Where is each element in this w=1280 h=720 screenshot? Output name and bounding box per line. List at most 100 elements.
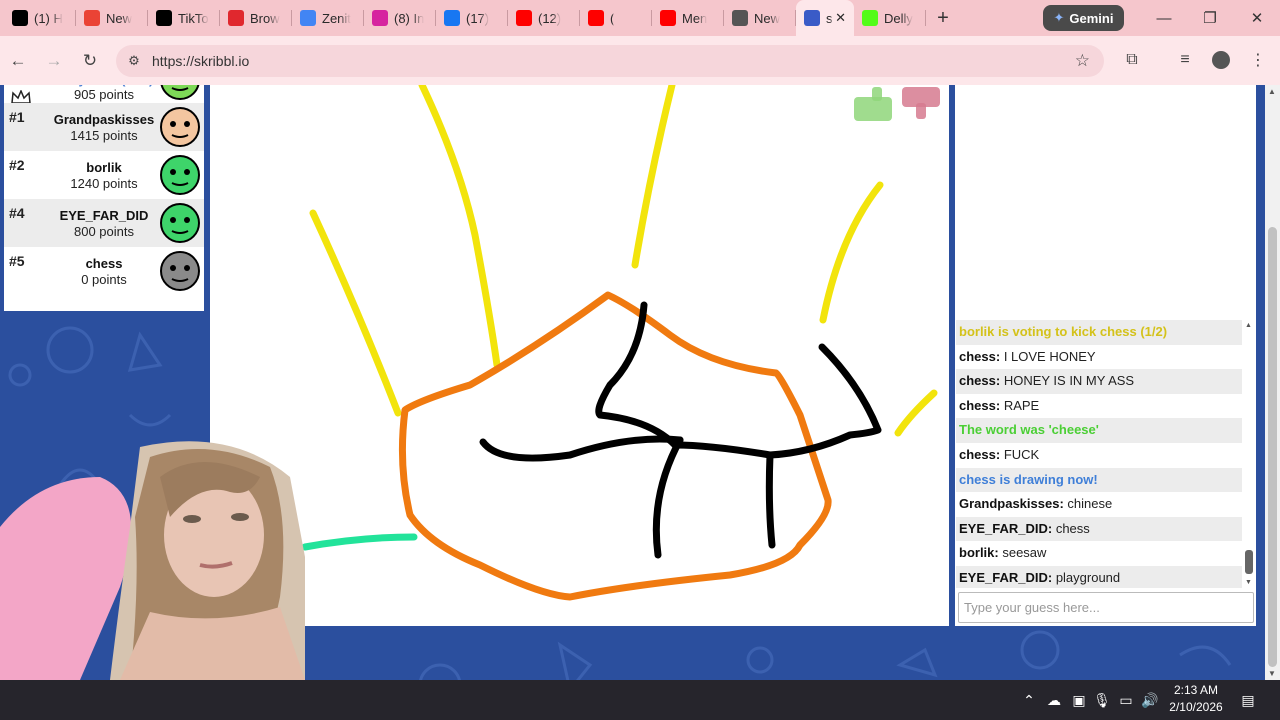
chat-message: The word was 'cheese' <box>956 418 1242 443</box>
gemini-star-icon: ✦ <box>1053 10 1065 25</box>
tray-chevron-icon[interactable]: ⌃ <box>1018 680 1040 720</box>
extensions-icon[interactable]: ⧉ <box>1118 46 1146 74</box>
chat-scrollbar[interactable]: ▲ ▼ <box>1244 322 1254 586</box>
player-row[interactable]: #1 Grandpaskisses 1415 points <box>4 103 204 151</box>
browser-tab[interactable]: Brow <box>220 0 292 36</box>
youtube-icon <box>588 10 604 26</box>
tab-title: (17) <box>466 10 490 26</box>
microphone-icon[interactable]: 🎙 <box>1091 680 1113 720</box>
minimize-icon: — <box>1156 9 1172 27</box>
back-button[interactable]: ← <box>0 43 36 79</box>
bookmark-star-icon[interactable]: ☆ <box>1075 51 1090 71</box>
chat-text: I LOVE HONEY <box>1000 348 1096 364</box>
player-name: chess <box>85 256 123 271</box>
close-tab-icon[interactable]: ✕ <box>835 10 846 26</box>
gemini-label: Gemini <box>1069 10 1114 26</box>
browser-tab[interactable]: Zenit <box>292 0 364 36</box>
player-points: 800 points <box>74 224 134 239</box>
onedrive-icon[interactable]: ☁ <box>1043 680 1065 720</box>
page-scrollbar[interactable]: ▲ ▼ <box>1265 85 1280 680</box>
vote-thumbs <box>854 87 940 121</box>
black-stroke <box>652 436 684 559</box>
player-row[interactable]: #4 EYE_FAR_DID 800 points <box>4 199 204 247</box>
browser-tab[interactable]: Men <box>652 0 724 36</box>
chat-log: borlik is voting to kick chess (1/2) ches… <box>956 320 1242 588</box>
chat-message: chess: I LOVE HONEY <box>956 345 1242 370</box>
thumbs-up-icon[interactable] <box>854 87 892 121</box>
browser-tab[interactable]: (12) <box>508 0 580 36</box>
tab-title: Brow <box>250 10 280 26</box>
chat-text: seesaw <box>998 545 1047 561</box>
black-stroke <box>595 301 882 459</box>
forward-button[interactable]: → <box>36 43 72 79</box>
skribbl-icon <box>804 10 820 26</box>
player-name: EYE_FAR_DID <box>59 208 149 223</box>
media-control-icon[interactable]: ≡ <box>1171 46 1199 74</box>
browser-tab[interactable]: New <box>724 0 796 36</box>
drawing-canvas[interactable] <box>210 85 949 626</box>
player-row[interactable]: #3Dellywave (You)905 points <box>4 85 204 104</box>
volume-icon[interactable]: 🔊 <box>1139 680 1161 720</box>
page-scroll-thumb[interactable] <box>1268 227 1277 667</box>
address-bar[interactable]: ⚙ https://skribbl.io ☆ <box>116 45 1104 77</box>
chat-username: chess: <box>959 446 1001 462</box>
player-avatar <box>160 203 200 243</box>
player-name: Grandpaskisses <box>53 112 155 127</box>
taskbar-clock[interactable]: 2:13 AM 2/10/2026 <box>1164 682 1228 716</box>
arrow-left-icon: ← <box>9 50 27 70</box>
browser-tab[interactable]: TikTo <box>148 0 220 36</box>
chat-scroll-up-icon[interactable]: ▲ <box>1245 322 1252 329</box>
browser-tab[interactable]: (17) <box>436 0 508 36</box>
scroll-up-icon[interactable]: ▲ <box>1268 87 1276 96</box>
url-text[interactable]: https://skribbl.io <box>152 53 249 69</box>
clock-time: 2:13 AM <box>1173 683 1219 697</box>
chat-scroll-down-icon[interactable]: ▼ <box>1245 579 1252 586</box>
device-icon[interactable]: ▣ <box>1068 680 1090 720</box>
profile-avatar[interactable] <box>1207 46 1235 74</box>
player-avatar <box>160 155 200 195</box>
player-row[interactable]: #2 borlik 1240 points <box>4 151 204 199</box>
kick-icon <box>862 10 878 26</box>
thumbs-down-icon[interactable] <box>902 87 940 119</box>
browser-tab[interactable]: s ✕ <box>796 0 854 36</box>
browser-tab[interactable]: (8) In <box>364 0 436 36</box>
browser-tab[interactable]: New <box>76 0 148 36</box>
site-settings-icon[interactable]: ⚙ <box>124 53 144 69</box>
chat-scroll-thumb[interactable] <box>1245 550 1253 574</box>
drawing-strokes <box>301 85 938 601</box>
chrome-menu-icon[interactable]: ⋮ <box>1244 46 1272 74</box>
restore-icon: ❐ <box>1203 10 1217 27</box>
tab-title: ( <box>610 10 615 26</box>
close-icon: ✕ <box>1250 10 1264 27</box>
chat-message: chess: FUCK <box>956 443 1242 468</box>
guess-input[interactable]: Type your guess here... <box>958 592 1254 623</box>
black-stroke <box>479 435 684 462</box>
tab-title: TikTo <box>178 10 209 26</box>
browser-tab[interactable]: (1) H <box>4 0 76 36</box>
x-logo-icon <box>12 10 28 26</box>
player-points: 905 points <box>74 87 134 102</box>
scroll-down-icon[interactable]: ▼ <box>1268 669 1276 678</box>
yellow-stroke <box>418 85 501 369</box>
tab-title: (1) H <box>34 10 63 26</box>
reload-button[interactable]: ↻ <box>72 43 108 79</box>
minimize-button[interactable]: — <box>1141 0 1187 36</box>
notifications-icon[interactable]: ▤ <box>1236 680 1260 720</box>
player-avatar <box>160 107 200 147</box>
webcam-overlay <box>0 441 305 680</box>
tab-title: s <box>826 10 833 26</box>
tab-title: New <box>754 10 781 26</box>
network-icon[interactable]: ▭ <box>1115 680 1137 720</box>
player-row[interactable]: #5 chess 0 points <box>4 247 204 295</box>
restore-button[interactable]: ❐ <box>1187 0 1233 36</box>
new-tab-button[interactable]: + <box>926 0 960 36</box>
yellow-stroke <box>894 389 938 437</box>
yellow-stroke <box>819 181 884 324</box>
browser-tab[interactable]: Delly <box>854 0 926 36</box>
tab-title: (8) In <box>394 10 425 26</box>
close-window-button[interactable]: ✕ <box>1234 0 1280 36</box>
gemini-button[interactable]: ✦ Gemini <box>1043 5 1124 31</box>
facebook-icon <box>444 10 460 26</box>
yellow-stroke <box>309 209 402 417</box>
browser-tab[interactable]: ( <box>580 0 652 36</box>
